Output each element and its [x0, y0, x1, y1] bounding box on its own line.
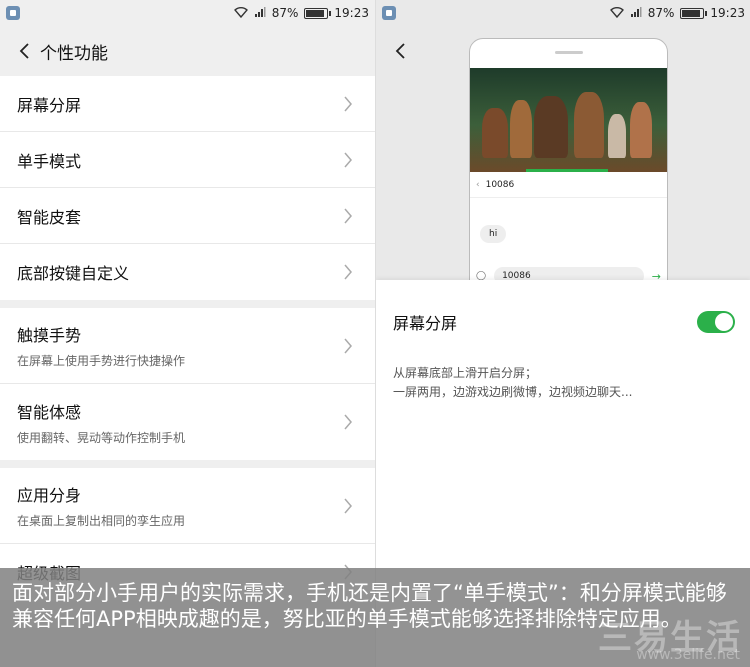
- chat-bubble: hi: [480, 225, 507, 243]
- battery-icon: [304, 7, 332, 19]
- screenshot-root: 87% 19:23 个性功能 屏幕分屏 单手模式 智能皮套 底部按键自定义 触摸手势 在屏…: [0, 0, 750, 667]
- settings-item[interactable]: 应用分身在桌面上复制出相同的孪生应用: [0, 468, 375, 544]
- chevron-right-icon: [344, 414, 352, 430]
- right-screen: 87% 19:23 ‹ 10086 hi ◯ 10086 → 屏幕分屏 从屏幕底…: [375, 0, 750, 667]
- settings-item-label: 触摸手势: [17, 326, 82, 345]
- title-bar: 个性功能: [0, 26, 375, 76]
- settings-group: 屏幕分屏单手模式智能皮套底部按键自定义: [0, 76, 375, 300]
- settings-item-label: 智能皮套: [17, 207, 82, 227]
- notification-icon: [382, 6, 396, 20]
- status-bar: 87% 19:23: [376, 0, 750, 26]
- phone-speaker: [554, 51, 583, 54]
- battery-percent: 87%: [647, 6, 675, 20]
- signal-icon: [254, 6, 266, 21]
- split-screen-setting-row[interactable]: 屏幕分屏: [376, 280, 750, 364]
- settings-item-label: 应用分身: [17, 486, 82, 505]
- settings-list: 屏幕分屏单手模式智能皮套底部按键自定义 触摸手势在屏幕上使用手势进行快捷操作智能体…: [0, 76, 375, 600]
- settings-item[interactable]: 智能体感使用翻转、晃动等动作控制手机: [0, 384, 375, 460]
- split-screen-illustration: ‹ 10086 hi ◯ 10086 →: [469, 38, 668, 298]
- settings-group: 触摸手势在屏幕上使用手势进行快捷操作智能体感使用翻转、晃动等动作控制手机: [0, 308, 375, 460]
- setting-label: 屏幕分屏: [393, 314, 458, 333]
- clock: 19:23: [710, 6, 745, 20]
- notification-icon: [6, 6, 20, 20]
- settings-item-subtitle: 在桌面上复制出相同的孪生应用: [17, 514, 186, 528]
- settings-item[interactable]: 触摸手势在屏幕上使用手势进行快捷操作: [0, 308, 375, 384]
- chevron-right-icon: [344, 264, 352, 280]
- wifi-icon: [609, 6, 624, 21]
- split-preview-area: 87% 19:23 ‹ 10086 hi ◯ 10086 →: [376, 0, 750, 298]
- back-button[interactable]: [390, 40, 412, 62]
- back-button[interactable]: [14, 40, 36, 62]
- clock: 19:23: [334, 6, 369, 20]
- split-screen-toggle[interactable]: [697, 311, 735, 333]
- page-title: 个性功能: [40, 43, 108, 64]
- left-screen: 87% 19:23 个性功能 屏幕分屏单手模式智能皮套底部按键自定义 触摸手势在屏…: [0, 0, 375, 667]
- settings-item[interactable]: 屏幕分屏: [0, 76, 375, 132]
- battery-icon: [680, 7, 708, 19]
- signal-icon: [630, 6, 642, 21]
- wifi-icon: [233, 6, 248, 21]
- settings-item[interactable]: 底部按键自定义: [0, 244, 375, 300]
- setting-description: 从屏幕底部上滑开启分屏； 一屏两用，边游戏边刷微博，边视频边聊天...: [376, 364, 750, 402]
- chevron-right-icon: [344, 208, 352, 223]
- settings-item-label: 底部按键自定义: [17, 264, 130, 283]
- settings-item[interactable]: 智能皮套: [0, 188, 375, 244]
- chevron-right-icon: [344, 96, 352, 111]
- settings-item-subtitle: 在屏幕上使用手势进行快捷操作: [17, 354, 186, 368]
- chevron-left-icon: [19, 43, 29, 59]
- chat-contact-name: 10086: [485, 179, 515, 190]
- settings-item-label: 智能体感: [17, 402, 82, 422]
- video-thumbnail: [470, 68, 667, 172]
- chat-header: ‹ 10086: [470, 172, 667, 198]
- settings-item-label: 屏幕分屏: [17, 95, 82, 115]
- settings-item[interactable]: 单手模式: [0, 132, 375, 188]
- chevron-right-icon: [344, 498, 352, 513]
- chevron-left-icon: [395, 43, 405, 59]
- chevron-right-icon: [344, 152, 352, 167]
- settings-item-label: 单手模式: [17, 151, 82, 171]
- description-line-2: 一屏两用，边游戏边刷微博，边视频边聊天...: [393, 385, 633, 399]
- description-line-1: 从屏幕底部上滑开启分屏；: [393, 366, 538, 380]
- chevron-right-icon: [344, 338, 352, 353]
- toggle-knob: [715, 313, 733, 331]
- chevron-left-icon: ‹: [476, 179, 480, 190]
- status-bar: 87% 19:23: [0, 0, 375, 26]
- watermark-url: www.3elife.net: [636, 647, 740, 663]
- battery-percent: 87%: [271, 6, 299, 20]
- settings-item-subtitle: 使用翻转、晃动等动作控制手机: [17, 430, 186, 445]
